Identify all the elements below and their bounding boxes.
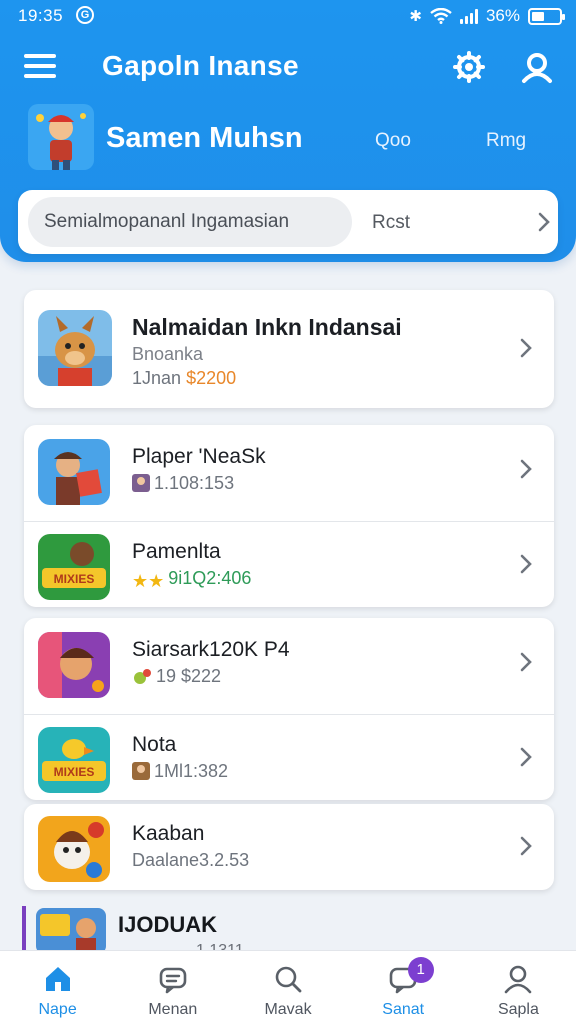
- profile-icon[interactable]: [520, 50, 554, 84]
- nav-label: Sapla: [497, 1001, 539, 1018]
- menu-button[interactable]: [24, 54, 56, 80]
- search-input[interactable]: [28, 197, 352, 247]
- featured-subtitle: Bnoanka: [132, 344, 204, 364]
- settings-icon[interactable]: [452, 50, 486, 84]
- player-icon: [132, 762, 150, 780]
- player-icon: [132, 474, 150, 492]
- item-meta-value: 1Ml1:382: [154, 761, 229, 781]
- nav-home[interactable]: Nape: [0, 951, 115, 1024]
- search-card: Rcst: [18, 190, 558, 254]
- featured-row[interactable]: Nalmaidan Inkn Indansai Bnoanka 1Jnan $2…: [24, 290, 554, 408]
- list-item[interactable]: Plaper 'NeaSk 1.108:153: [24, 427, 554, 511]
- notification-icon: G: [76, 6, 94, 24]
- list-card-2: Siarsark120K P4 19 $222 MIXIES Nota 1Ml1…: [24, 618, 554, 800]
- wifi-icon: [430, 8, 452, 24]
- user-name: Samen Muhsn: [106, 122, 303, 154]
- item-meta: Daalane3.2.53: [132, 850, 249, 871]
- list-card-3: Kaaban Daalane3.2.53: [24, 804, 554, 890]
- home-icon: [45, 967, 70, 991]
- featured-title: Nalmaidan Inkn Indansai: [132, 314, 402, 340]
- item-meta: 19 $222: [132, 666, 221, 687]
- nav-menan[interactable]: Menan: [115, 951, 230, 1024]
- chevron-right-icon: [520, 338, 532, 358]
- chevron-right-icon: [520, 554, 532, 574]
- status-right: ✱ 36%: [409, 6, 565, 26]
- nav-label: Sanat: [382, 1001, 425, 1018]
- bluetooth-icon: ✱: [409, 8, 422, 25]
- list-item[interactable]: MIXIES Nota 1Ml1:382: [24, 714, 554, 798]
- item-title: Pamenlta: [132, 540, 221, 563]
- item-title: Kaaban: [132, 822, 205, 845]
- chevron-right-icon[interactable]: [534, 210, 554, 234]
- item-title: Nota: [132, 733, 177, 756]
- list-item[interactable]: MIXIES Pamenlta ★★ 9i1Q2:406: [24, 521, 554, 605]
- section-thumbnail: [36, 908, 106, 954]
- item-meta: 1Ml1:382: [132, 761, 228, 782]
- section-header[interactable]: IJODUAK 1.1311: [22, 906, 244, 959]
- svg-text:MIXIES: MIXIES: [54, 572, 95, 586]
- item-meta: 1.108:153: [132, 473, 234, 494]
- item-thumbnail: [38, 439, 110, 505]
- item-title: Siarsark120K P4: [132, 638, 290, 661]
- section-title: IJODUAK: [118, 912, 218, 937]
- chevron-right-icon: [520, 836, 532, 856]
- search-icon: [275, 966, 302, 993]
- list-item[interactable]: Siarsark120K P4 19 $222: [24, 620, 554, 704]
- item-meta: ★★ 9i1Q2:406: [132, 568, 251, 592]
- featured-meta-prefix: 1Jnan: [132, 368, 182, 388]
- battery-percent: 36%: [485, 6, 520, 25]
- notification-badge: 1: [407, 957, 434, 983]
- nav-sapla[interactable]: Sapla: [461, 951, 576, 1024]
- chevron-right-icon: [520, 459, 532, 479]
- item-meta-value: 19 $222: [156, 666, 222, 686]
- status-bar: 19:35 G ✱ 36%: [0, 0, 576, 32]
- nav-sanat[interactable]: 1 Sanat: [346, 951, 461, 1024]
- item-meta-value: 9i1Q2:406: [168, 568, 252, 588]
- user-avatar[interactable]: [28, 104, 94, 170]
- header-link-b[interactable]: Rmg: [486, 130, 526, 152]
- featured-card[interactable]: Nalmaidan Inkn Indansai Bnoanka 1Jnan $2…: [24, 290, 554, 408]
- item-title: Plaper 'NeaSk: [132, 445, 266, 468]
- chat-icon: [159, 967, 187, 994]
- list-item[interactable]: Kaaban Daalane3.2.53: [24, 804, 554, 888]
- nav-mavak[interactable]: Mavak: [230, 951, 345, 1024]
- featured-price: $2200: [186, 368, 237, 388]
- chevron-right-icon: [520, 652, 532, 672]
- chevron-right-icon: [520, 747, 532, 767]
- item-thumbnail: [38, 816, 110, 882]
- featured-thumbnail: [38, 310, 112, 386]
- bottom-nav: Nape Menan Mavak 1 Sanat Sapla: [0, 950, 576, 1024]
- featured-meta: 1Jnan $2200: [132, 368, 236, 389]
- item-thumbnail: MIXIES: [38, 727, 110, 793]
- item-thumbnail: [38, 632, 110, 698]
- status-time: 19:35: [18, 6, 64, 25]
- sort-button[interactable]: Rcst: [372, 212, 410, 234]
- signal-icon: [459, 8, 478, 24]
- svg-text:MIXIES: MIXIES: [54, 765, 95, 779]
- nav-label: Nape: [38, 1001, 77, 1018]
- item-thumbnail: MIXIES: [38, 534, 110, 600]
- nav-label: Mavak: [264, 1001, 312, 1018]
- item-meta-value: Daalane3.2.53: [132, 850, 250, 870]
- nav-label: Menan: [148, 1001, 198, 1018]
- header-link-a[interactable]: Qoo: [375, 130, 411, 152]
- battery-icon: [528, 7, 565, 25]
- item-meta-value: 1.108:153: [154, 473, 235, 493]
- star-icon: ★★: [132, 571, 165, 591]
- list-card-1: Plaper 'NeaSk 1.108:153 MIXIES Pamenlta …: [24, 425, 554, 607]
- app-header: 19:35 G ✱ 36% Gapoln Inanse Samen Muhsn …: [0, 0, 576, 262]
- person-icon: [505, 965, 532, 994]
- location-icon: [134, 669, 151, 684]
- app-title: Gapoln Inanse: [102, 50, 299, 81]
